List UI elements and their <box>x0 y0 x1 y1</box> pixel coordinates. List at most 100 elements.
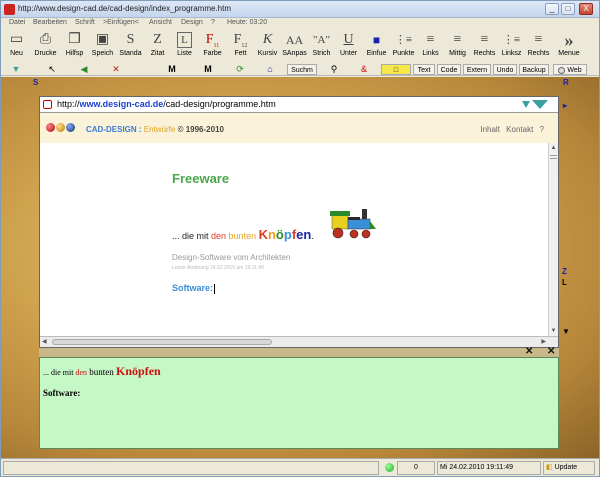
menu-einfuegen[interactable]: >Einfügen< <box>103 19 139 26</box>
bullets-icon: ⋮≡ <box>394 34 413 46</box>
list-button[interactable]: L Liste <box>171 30 198 62</box>
menu-help[interactable]: ? <box>211 19 215 26</box>
nav-arrows-icon[interactable] <box>522 100 548 109</box>
status-datetime: Mi 24.02.2010 19:11:49 <box>437 461 541 475</box>
search-button[interactable]: Suchm <box>287 64 317 75</box>
nav-help-link[interactable]: ? <box>540 125 544 134</box>
update-button[interactable]: ◧ Update <box>543 461 595 475</box>
tagline: ... die mit den bunten Knöpfen. <box>172 227 314 242</box>
align-center-button[interactable]: ≡ Mittig <box>444 30 471 62</box>
indent-right-icon: ≡ <box>534 32 543 47</box>
menu-schrift[interactable]: Schrift <box>75 19 95 26</box>
strike-icon: "A" <box>313 34 330 46</box>
indent-right-button[interactable]: ≡ Rechts <box>525 30 552 62</box>
link-icon[interactable]: & <box>357 64 371 75</box>
strike-button[interactable]: "A" Strich <box>308 30 335 62</box>
minimize-button[interactable]: _ <box>545 3 559 15</box>
close-button[interactable]: X <box>579 3 593 15</box>
main-toolbar: ▭ Neu ⎙ Drucke ❐ Hilfsp ▣ Speich S Standa Z Zi… <box>1 29 599 63</box>
bullets-button[interactable]: ⋮≡ Punkte <box>390 30 417 62</box>
undo-button[interactable]: Undo <box>493 64 517 75</box>
macro-down-icon[interactable]: M <box>201 64 215 75</box>
triangle-down-icon[interactable]: ▼ <box>9 64 23 75</box>
page-icon[interactable]: □ <box>381 64 411 75</box>
logo-balls-icon <box>46 123 76 134</box>
underline-button[interactable]: U Unter <box>335 30 362 62</box>
vertical-scrollbar[interactable]: ▲ ▼ <box>548 143 558 337</box>
status-ok-icon <box>385 463 394 472</box>
right-marker-l: L <box>562 278 567 287</box>
color-icon: F11 <box>205 32 220 49</box>
italic-button[interactable]: K Kursiv <box>254 30 281 62</box>
new-button[interactable]: ▭ Neu <box>3 30 30 62</box>
close-x-icon[interactable]: ✕ <box>525 346 533 357</box>
scroll-thumb[interactable] <box>550 155 557 159</box>
nav-kontakt-link[interactable]: Kontakt <box>506 125 533 134</box>
extern-button[interactable]: Extern <box>463 64 491 75</box>
insert-button[interactable]: ■ Einfue <box>363 30 390 62</box>
macro-icon[interactable]: M <box>165 64 179 75</box>
cursor-icon[interactable]: ↖ <box>45 64 59 75</box>
menu-design[interactable]: Design <box>181 19 203 26</box>
align-right-button[interactable]: ≡ Rechts <box>471 30 498 62</box>
web-button[interactable]: Web <box>553 64 587 75</box>
refresh-icon[interactable]: ⟳ <box>233 64 247 75</box>
right-arrow-icon[interactable]: ▸ <box>563 101 567 110</box>
design-software-subtitle: Design-Software vom Architekten <box>172 253 291 262</box>
menu-bearbeiten[interactable]: Bearbeiten <box>33 19 67 26</box>
helper-button[interactable]: ❐ Hilfsp <box>61 30 88 62</box>
bold-button[interactable]: F12 Fett <box>227 30 254 62</box>
scroll-right-icon[interactable]: ▶ <box>541 338 546 345</box>
toy-train-icon <box>330 209 376 239</box>
site-header: CAD-DESIGN : Entwürfe © 1996-2010 Inhalt… <box>40 113 558 143</box>
home-icon[interactable]: ⌂ <box>263 64 277 75</box>
text-caret <box>214 283 216 294</box>
quote-button[interactable]: Z Zitat <box>144 30 171 62</box>
backup-button[interactable]: Backup <box>519 64 549 75</box>
down-arrow-icon[interactable]: ▼ <box>562 327 570 336</box>
align-center-icon: ≡ <box>453 32 462 47</box>
new-file-icon: ▭ <box>9 32 24 47</box>
nav-inhalt-link[interactable]: Inhalt <box>480 125 500 134</box>
menu-ansicht[interactable]: Ansicht <box>149 19 172 26</box>
horizontal-scroll-thumb[interactable] <box>52 339 272 345</box>
status-count: 0 <box>397 461 435 475</box>
url-text: http://www.design-cad.de/cad-design/prog… <box>57 99 276 109</box>
maximize-button[interactable]: □ <box>561 3 575 15</box>
right-marker-r: R <box>563 78 569 87</box>
address-bar[interactable]: http://www.design-cad.de/cad-design/prog… <box>40 97 558 113</box>
more-icon: » <box>564 30 574 50</box>
printer-icon: ⎙ <box>39 32 52 47</box>
indent-left-button[interactable]: ⋮≡ Linksz <box>498 30 525 62</box>
text-button[interactable]: Text <box>413 64 435 75</box>
close-x2-icon[interactable]: ✕ <box>547 346 555 357</box>
scroll-up-icon[interactable]: ▲ <box>550 145 557 152</box>
last-update-text: Letzte Änderung 24.02.2010 am 19:11:49 <box>172 265 264 271</box>
bold-icon: F12 <box>233 32 248 49</box>
title-bar: http://www.design-cad.de/cad-design/inde… <box>1 1 599 18</box>
code-button[interactable]: Code <box>437 64 461 75</box>
standard-font-icon: S <box>126 32 135 47</box>
delete-icon[interactable]: ✕ <box>109 64 123 75</box>
italic-icon: K <box>262 32 273 47</box>
status-message <box>3 461 379 475</box>
horizontal-scrollbar[interactable]: ◀ ▶ <box>40 336 558 347</box>
scroll-down-icon[interactable]: ▼ <box>550 328 557 335</box>
print-button[interactable]: ⎙ Drucke <box>32 30 59 62</box>
binoculars-icon[interactable]: ⚲ <box>327 64 341 75</box>
fontsize-button[interactable]: AA SAnpas <box>281 30 308 62</box>
menu-button[interactable]: » Menue <box>554 30 584 62</box>
underline-icon: U <box>343 32 354 47</box>
windows-icon: ❐ <box>68 32 81 47</box>
web-radio-icon <box>558 66 566 74</box>
align-left-button[interactable]: ≡ Links <box>417 30 444 62</box>
align-right-icon: ≡ <box>480 32 489 47</box>
editor-bar: ✕ ✕ <box>39 346 559 357</box>
arrow-left-icon[interactable]: ◀ <box>77 64 91 75</box>
save-button[interactable]: ▣ Speich <box>89 30 116 62</box>
standard-button[interactable]: S Standa <box>117 30 144 62</box>
scroll-left-icon[interactable]: ◀ <box>42 338 47 345</box>
menu-datei[interactable]: Datei <box>9 19 25 26</box>
code-editor[interactable]: ... die mit den bunten Knöpfen Software: <box>39 357 559 449</box>
color-button[interactable]: F11 Farbe <box>199 30 226 62</box>
